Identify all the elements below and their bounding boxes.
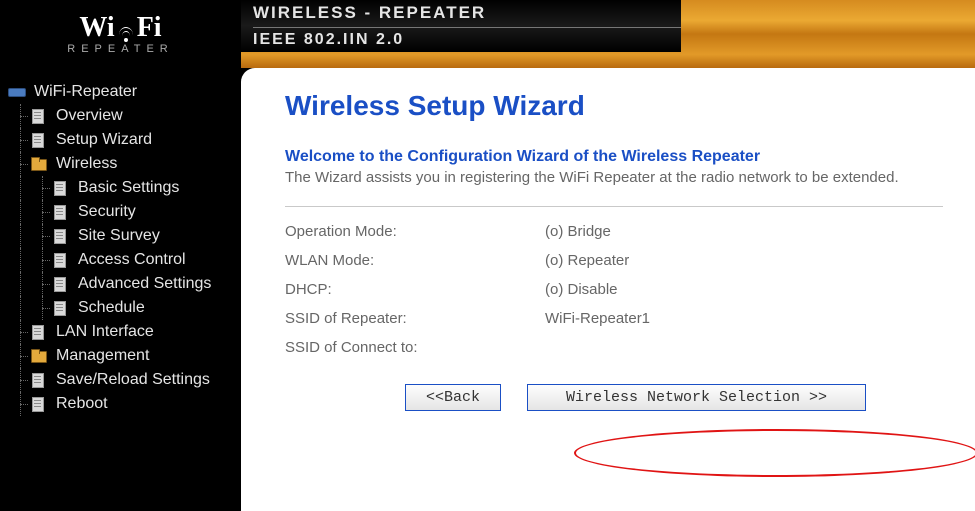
nav-access-control[interactable]: Access Control	[8, 248, 233, 272]
folder-icon	[30, 157, 48, 171]
row-wlan-mode: WLAN Mode: (o) Repeater	[285, 252, 943, 269]
header-line2: IEEE 802.IIN 2.0	[253, 27, 681, 49]
nav-root[interactable]: WiFi-Repeater	[8, 80, 233, 104]
nav-item-label: Security	[78, 203, 136, 221]
file-icon	[30, 133, 48, 147]
label: SSID of Connect to:	[285, 339, 545, 356]
divider	[285, 206, 943, 207]
nav-item-label: Wireless	[56, 155, 117, 173]
nav-item-label: Advanced Settings	[78, 275, 211, 293]
nav-wireless[interactable]: Wireless	[8, 152, 233, 176]
nav-tree: WiFi-Repeater Overview Setup Wizard Wire…	[8, 80, 233, 416]
file-icon	[30, 373, 48, 387]
file-icon	[30, 325, 48, 339]
nav-overview[interactable]: Overview	[8, 104, 233, 128]
value: (o) Disable	[545, 281, 618, 298]
wifi-icon	[117, 28, 135, 42]
file-icon	[52, 181, 70, 195]
nav-item-label: Setup Wizard	[56, 131, 152, 149]
logo-text-right: Fi	[137, 14, 162, 42]
value: (o) Bridge	[545, 223, 611, 240]
nav-item-label: Save/Reload Settings	[56, 371, 210, 389]
label: WLAN Mode:	[285, 252, 545, 269]
logo-text-left: Wi	[79, 14, 114, 42]
welcome-heading: Welcome to the Configuration Wizard of t…	[285, 148, 943, 166]
file-icon	[52, 277, 70, 291]
nav-setup-wizard[interactable]: Setup Wizard	[8, 128, 233, 152]
sidebar: WiFi-Repeater Overview Setup Wizard Wire…	[0, 68, 241, 511]
nav-item-label: Access Control	[78, 251, 186, 269]
label: DHCP:	[285, 281, 545, 298]
file-icon	[52, 301, 70, 315]
row-ssid-connect: SSID of Connect to:	[285, 339, 943, 356]
label: Operation Mode:	[285, 223, 545, 240]
callout-ellipse	[574, 429, 975, 477]
row-ssid-repeater: SSID of Repeater: WiFi-Repeater1	[285, 310, 943, 327]
page-title: Wireless Setup Wizard	[285, 90, 943, 122]
file-icon	[52, 229, 70, 243]
nav-item-label: Reboot	[56, 395, 108, 413]
nav-management[interactable]: Management	[8, 344, 233, 368]
nav-advanced-settings[interactable]: Advanced Settings	[8, 272, 233, 296]
nav-item-label: Schedule	[78, 299, 145, 317]
header: Wi Fi REPEATER WIRELESS - REPEATER IEEE …	[0, 0, 975, 68]
main-panel: Wireless Setup Wizard Welcome to the Con…	[241, 68, 975, 511]
nav-basic-settings[interactable]: Basic Settings	[8, 176, 233, 200]
folder-icon	[30, 349, 48, 363]
nav-reboot[interactable]: Reboot	[8, 392, 233, 416]
next-button[interactable]: Wireless Network Selection >>	[527, 384, 866, 411]
value: WiFi-Repeater1	[545, 310, 650, 327]
nav-root-label: WiFi-Repeater	[34, 83, 137, 101]
value: (o) Repeater	[545, 252, 629, 269]
nav-item-label: Basic Settings	[78, 179, 179, 197]
file-icon	[30, 109, 48, 123]
nav-item-label: Site Survey	[78, 227, 160, 245]
file-icon	[52, 205, 70, 219]
nav-item-label: LAN Interface	[56, 323, 154, 341]
welcome-description: The Wizard assists you in registering th…	[285, 168, 943, 188]
back-button[interactable]: <<Back	[405, 384, 501, 411]
nav-schedule[interactable]: Schedule	[8, 296, 233, 320]
device-icon	[8, 85, 26, 99]
wizard-buttons: <<Back Wireless Network Selection >>	[405, 384, 943, 411]
row-dhcp: DHCP: (o) Disable	[285, 281, 943, 298]
row-operation-mode: Operation Mode: (o) Bridge	[285, 223, 943, 240]
logo-subtitle: REPEATER	[67, 44, 173, 55]
header-title-band: WIRELESS - REPEATER IEEE 802.IIN 2.0	[241, 0, 681, 52]
nav-item-label: Management	[56, 347, 149, 365]
header-line1: WIRELESS - REPEATER	[253, 3, 681, 23]
label: SSID of Repeater:	[285, 310, 545, 327]
nav-lan-interface[interactable]: LAN Interface	[8, 320, 233, 344]
file-icon	[30, 397, 48, 411]
nav-save-reload[interactable]: Save/Reload Settings	[8, 368, 233, 392]
file-icon	[52, 253, 70, 267]
nav-item-label: Overview	[56, 107, 123, 125]
logo-area: Wi Fi REPEATER	[0, 0, 241, 68]
nav-security[interactable]: Security	[8, 200, 233, 224]
nav-site-survey[interactable]: Site Survey	[8, 224, 233, 248]
